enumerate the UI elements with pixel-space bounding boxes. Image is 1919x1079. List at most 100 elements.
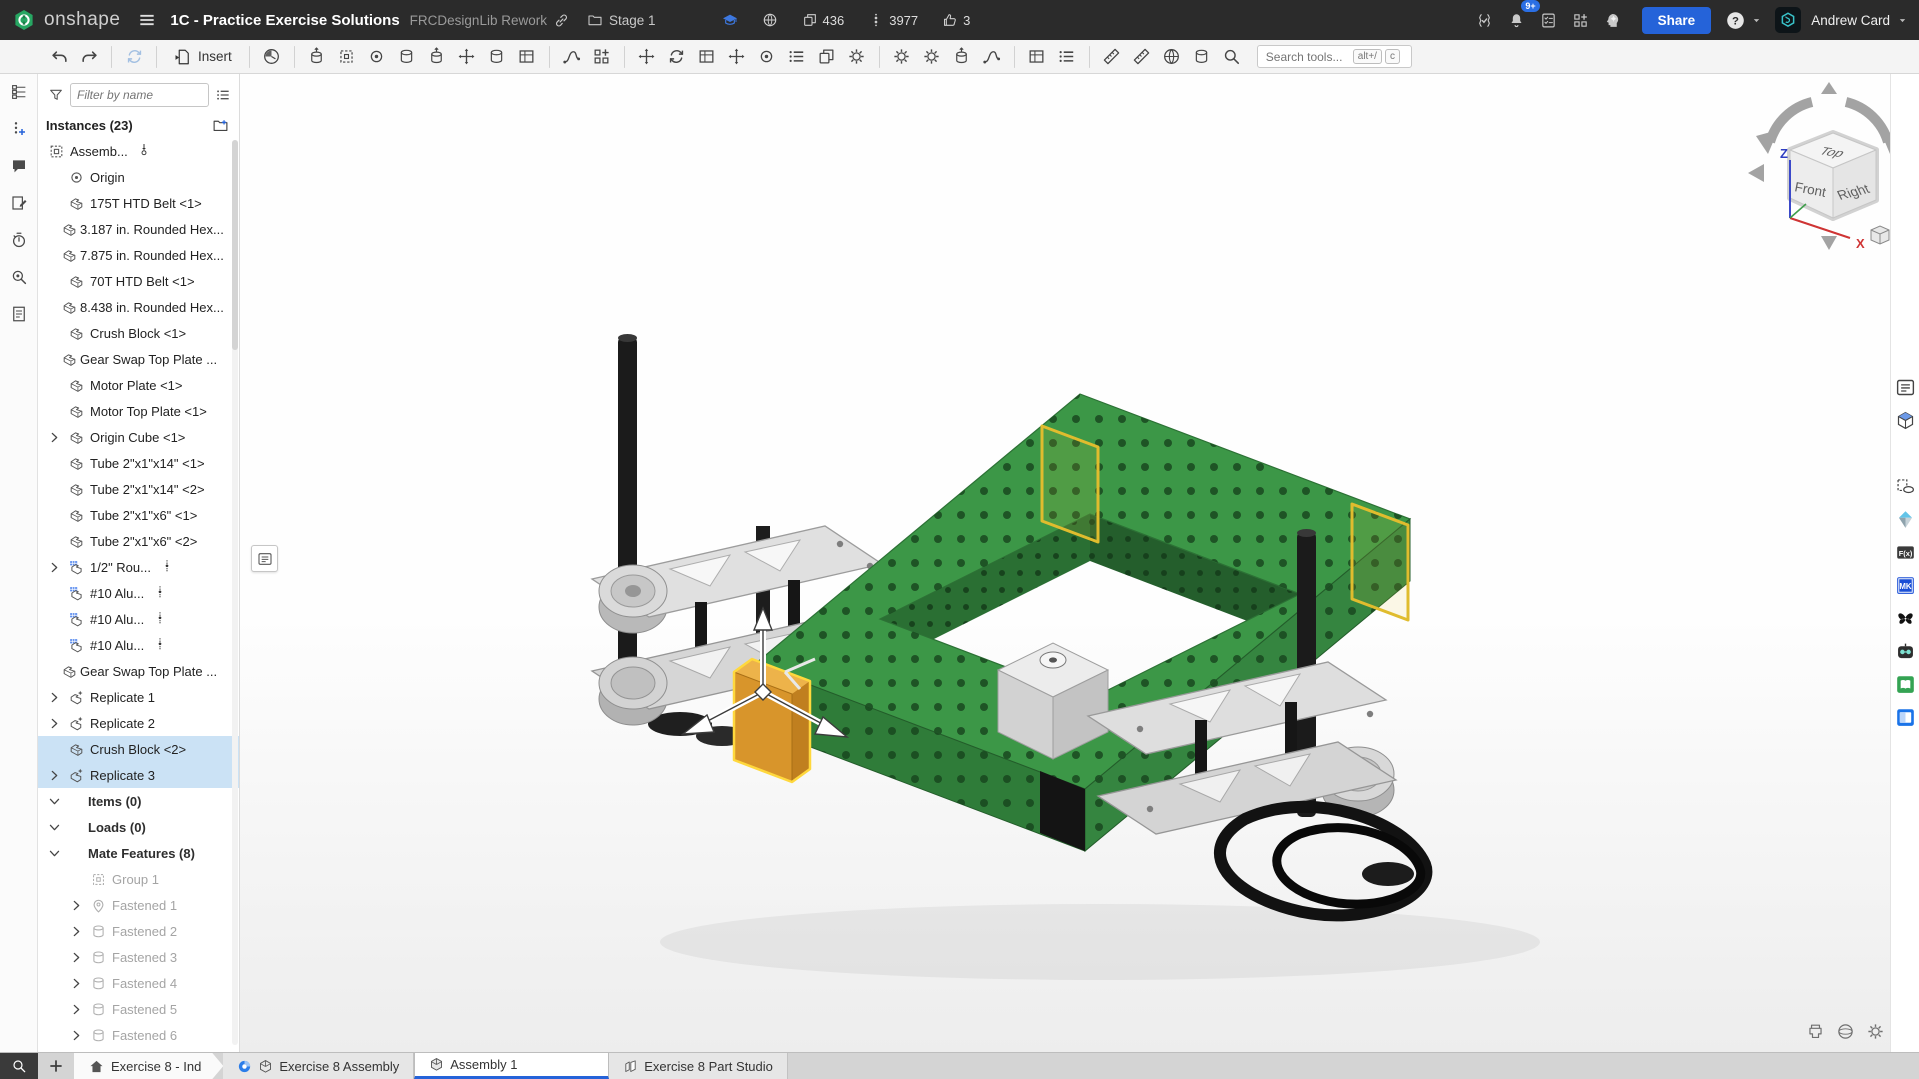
tree-row[interactable]: 175T HTD Belt <1> bbox=[38, 190, 239, 216]
tree-row[interactable]: Tube 2"x1"x6" <1> bbox=[38, 502, 239, 528]
extension-butterfly-button[interactable] bbox=[1894, 607, 1916, 629]
render-sphere-icon[interactable] bbox=[1836, 1022, 1855, 1041]
list-options-icon[interactable] bbox=[215, 87, 231, 103]
measure-button[interactable] bbox=[1127, 43, 1157, 71]
pattern-button[interactable] bbox=[587, 43, 617, 71]
expand-chevron[interactable] bbox=[48, 689, 68, 705]
interference-button[interactable] bbox=[1187, 43, 1217, 71]
extension-diamond-button[interactable] bbox=[1894, 508, 1916, 530]
highlighted-face-right[interactable] bbox=[1352, 504, 1408, 620]
graphics-viewport[interactable] bbox=[240, 74, 1890, 1052]
sidebar-assembly-button[interactable] bbox=[1894, 409, 1916, 431]
comments-button[interactable] bbox=[6, 154, 32, 178]
tree-row[interactable]: #10 Alu... bbox=[38, 632, 239, 658]
tree-row[interactable]: Gear Swap Top Plate ... bbox=[38, 658, 239, 684]
tab-assembly-1[interactable]: Assembly 1 bbox=[414, 1053, 609, 1079]
tree-row[interactable]: Replicate 1 bbox=[38, 684, 239, 710]
expand-chevron[interactable] bbox=[70, 1001, 90, 1017]
notifications-button[interactable]: 9+ bbox=[1502, 6, 1532, 34]
tree-row[interactable]: Fastened 4 bbox=[38, 970, 239, 996]
tree-row[interactable]: Tube 2"x1"x14" <1> bbox=[38, 450, 239, 476]
structure-button[interactable] bbox=[1052, 43, 1082, 71]
tree-row[interactable]: Fastened 2 bbox=[38, 918, 239, 944]
expand-chevron[interactable] bbox=[70, 949, 90, 965]
fastened-mate-button[interactable] bbox=[392, 43, 422, 71]
review-button[interactable] bbox=[1217, 43, 1247, 71]
onshape-logo[interactable]: onshape bbox=[0, 8, 130, 32]
tree-row[interactable]: #10 Alu... bbox=[38, 606, 239, 632]
tree-row[interactable]: Fastened 5 bbox=[38, 996, 239, 1022]
expand-chevron[interactable] bbox=[48, 767, 68, 783]
tree-row[interactable]: 8.438 in. Rounded Hex... bbox=[38, 294, 239, 320]
settings-gear-icon[interactable] bbox=[1866, 1022, 1885, 1041]
sidebar-part-button[interactable] bbox=[1894, 442, 1916, 464]
tree-row[interactable]: Fastened 1 bbox=[38, 892, 239, 918]
tab-exercise-8-part-studio[interactable]: Exercise 8 Part Studio bbox=[609, 1053, 788, 1079]
tab-search-button[interactable] bbox=[0, 1053, 38, 1079]
tree-row[interactable]: Crush Block <2> bbox=[38, 736, 239, 762]
tree-row[interactable]: Motor Plate <1> bbox=[38, 372, 239, 398]
expand-chevron[interactable] bbox=[70, 975, 90, 991]
tree-row[interactable]: Items (0) bbox=[38, 788, 239, 814]
mass-properties-button[interactable] bbox=[1157, 43, 1187, 71]
mate-list-flyout-button[interactable] bbox=[251, 545, 278, 572]
tree-row[interactable]: Tube 2"x1"x14" <2> bbox=[38, 476, 239, 502]
gear-relation-button[interactable] bbox=[887, 43, 917, 71]
undo-button[interactable] bbox=[44, 43, 74, 71]
extension-green-book-button[interactable] bbox=[1894, 673, 1916, 695]
tree-row[interactable]: 1/2" Rou... bbox=[38, 554, 239, 580]
search-document-button[interactable] bbox=[6, 265, 32, 289]
mate-connector-button[interactable] bbox=[362, 43, 392, 71]
avatar[interactable] bbox=[1775, 7, 1801, 33]
expand-chevron[interactable] bbox=[48, 793, 68, 809]
feature-script-button[interactable] bbox=[1470, 6, 1500, 34]
extension-fx-button[interactable] bbox=[1894, 541, 1916, 563]
slider-mate-button[interactable] bbox=[452, 43, 482, 71]
snapshot-button[interactable] bbox=[752, 43, 782, 71]
tree-row[interactable]: Fastened 3 bbox=[38, 944, 239, 970]
appearance-button[interactable] bbox=[842, 43, 872, 71]
follow-mode-button[interactable] bbox=[6, 117, 32, 141]
tree-row[interactable]: 7.875 in. Rounded Hex... bbox=[38, 242, 239, 268]
group-button[interactable] bbox=[332, 43, 362, 71]
tree-row[interactable]: Assemb... bbox=[38, 138, 239, 164]
planar-mate-button[interactable] bbox=[512, 43, 542, 71]
mate-button[interactable] bbox=[302, 43, 332, 71]
expand-chevron[interactable] bbox=[48, 819, 68, 835]
history-button[interactable] bbox=[6, 228, 32, 252]
tree-row[interactable]: Replicate 2 bbox=[38, 710, 239, 736]
expand-chevron[interactable] bbox=[70, 1027, 90, 1043]
filter-input[interactable] bbox=[70, 83, 209, 107]
expand-chevron[interactable] bbox=[48, 845, 68, 861]
versions-history-button[interactable] bbox=[257, 43, 287, 71]
redo-button[interactable] bbox=[74, 43, 104, 71]
user-menu[interactable]: Andrew Card bbox=[1811, 13, 1909, 28]
ball-mate-button[interactable] bbox=[482, 43, 512, 71]
cube-faces[interactable]: Top Front Right bbox=[1790, 133, 1876, 218]
tree-row[interactable]: Origin bbox=[38, 164, 239, 190]
copy-link-button[interactable] bbox=[547, 6, 577, 34]
new-tab-button[interactable] bbox=[38, 1053, 74, 1079]
copies-stat[interactable]: 436 bbox=[792, 12, 855, 28]
screw-relation-button[interactable] bbox=[947, 43, 977, 71]
tree-row[interactable]: Mate Features (8) bbox=[38, 840, 239, 866]
expand-chevron[interactable] bbox=[48, 715, 68, 731]
likes-stat[interactable]: 3 bbox=[932, 12, 980, 28]
circular-pattern-button[interactable] bbox=[662, 43, 692, 71]
tree-row[interactable]: Crush Block <1> bbox=[38, 320, 239, 346]
crush-block-selected[interactable] bbox=[734, 659, 810, 782]
display-states-button[interactable] bbox=[812, 43, 842, 71]
extension-robot-button[interactable] bbox=[1894, 640, 1916, 662]
tree-row[interactable]: Tube 2"x1"x6" <2> bbox=[38, 528, 239, 554]
belt-relation-button[interactable] bbox=[977, 43, 1007, 71]
mate-connector-marker[interactable] bbox=[1040, 652, 1066, 668]
rack-pinion-relation-button[interactable] bbox=[917, 43, 947, 71]
arrow-down[interactable] bbox=[1821, 236, 1837, 250]
folder-plus-icon[interactable] bbox=[212, 117, 229, 134]
tree-row[interactable]: Replicate 3 bbox=[38, 762, 239, 788]
main-menu-button[interactable] bbox=[130, 5, 164, 35]
search-tools-input[interactable] bbox=[1266, 50, 1350, 64]
section-view-button[interactable] bbox=[1097, 43, 1127, 71]
sidebar-section-button[interactable] bbox=[1894, 475, 1916, 497]
folder-breadcrumb[interactable]: Stage 1 bbox=[587, 12, 656, 28]
